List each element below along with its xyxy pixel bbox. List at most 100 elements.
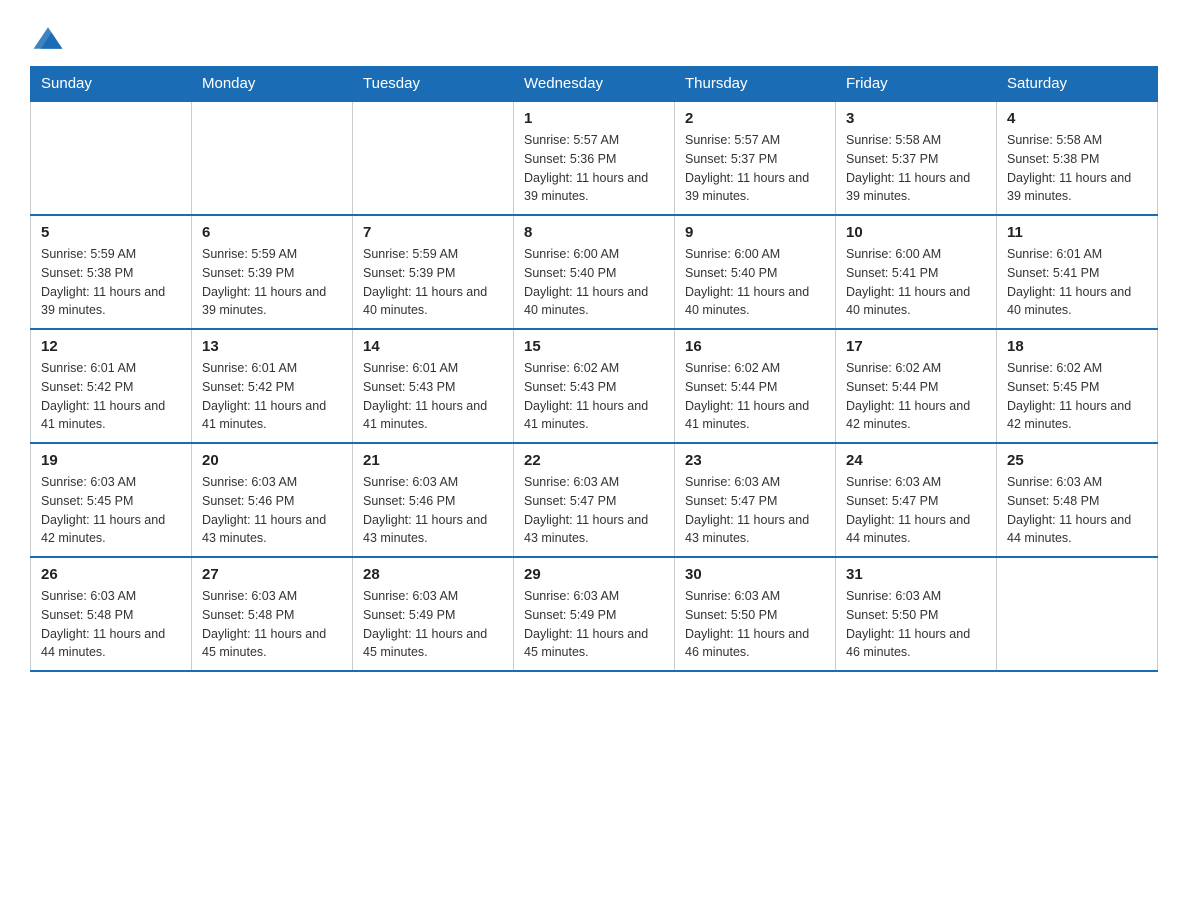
calendar-week-row: 12 Sunrise: 6:01 AMSunset: 5:42 PMDayligh… xyxy=(31,329,1158,443)
calendar-cell: 6 Sunrise: 5:59 AMSunset: 5:39 PMDaylight… xyxy=(192,215,353,329)
calendar-cell xyxy=(192,101,353,215)
day-info: Sunrise: 6:01 AMSunset: 5:43 PMDaylight:… xyxy=(363,359,503,434)
day-info: Sunrise: 6:03 AMSunset: 5:48 PMDaylight:… xyxy=(41,587,181,662)
day-info: Sunrise: 6:03 AMSunset: 5:45 PMDaylight:… xyxy=(41,473,181,548)
calendar-cell: 19 Sunrise: 6:03 AMSunset: 5:45 PMDayligh… xyxy=(31,443,192,557)
day-info: Sunrise: 6:01 AMSunset: 5:42 PMDaylight:… xyxy=(202,359,342,434)
calendar-table: SundayMondayTuesdayWednesdayThursdayFrid… xyxy=(30,66,1158,672)
day-info: Sunrise: 6:02 AMSunset: 5:44 PMDaylight:… xyxy=(846,359,986,434)
day-number: 5 xyxy=(41,224,181,241)
day-info: Sunrise: 6:03 AMSunset: 5:46 PMDaylight:… xyxy=(202,473,342,548)
day-number: 1 xyxy=(524,110,664,127)
logo-icon xyxy=(30,20,66,56)
day-number: 6 xyxy=(202,224,342,241)
calendar-cell: 9Sunrise: 6:00 AMSunset: 5:40 PMDaylight… xyxy=(675,215,836,329)
calendar-cell: 20 Sunrise: 6:03 AMSunset: 5:46 PMDayligh… xyxy=(192,443,353,557)
day-info: Sunrise: 6:03 AMSunset: 5:49 PMDaylight:… xyxy=(524,587,664,662)
day-info: Sunrise: 6:00 AMSunset: 5:40 PMDaylight:… xyxy=(685,245,825,320)
day-number: 27 xyxy=(202,566,342,583)
day-number: 31 xyxy=(846,566,986,583)
day-number: 25 xyxy=(1007,452,1147,469)
calendar-cell: 10 Sunrise: 6:00 AMSunset: 5:41 PMDayligh… xyxy=(836,215,997,329)
day-number: 22 xyxy=(524,452,664,469)
day-number: 17 xyxy=(846,338,986,355)
day-number: 4 xyxy=(1007,110,1147,127)
calendar-cell: 31 Sunrise: 6:03 AMSunset: 5:50 PMDayligh… xyxy=(836,557,997,671)
calendar-cell: 15 Sunrise: 6:02 AMSunset: 5:43 PMDayligh… xyxy=(514,329,675,443)
day-number: 20 xyxy=(202,452,342,469)
day-info: Sunrise: 6:02 AMSunset: 5:45 PMDaylight:… xyxy=(1007,359,1147,434)
calendar-week-row: 26 Sunrise: 6:03 AMSunset: 5:48 PMDayligh… xyxy=(31,557,1158,671)
calendar-cell: 25 Sunrise: 6:03 AMSunset: 5:48 PMDayligh… xyxy=(997,443,1158,557)
day-info: Sunrise: 6:03 AMSunset: 5:49 PMDaylight:… xyxy=(363,587,503,662)
calendar-cell: 8 Sunrise: 6:00 AMSunset: 5:40 PMDaylight… xyxy=(514,215,675,329)
calendar-cell: 1 Sunrise: 5:57 AMSunset: 5:36 PMDaylight… xyxy=(514,101,675,215)
day-info: Sunrise: 6:00 AMSunset: 5:40 PMDaylight:… xyxy=(524,245,664,320)
day-number: 14 xyxy=(363,338,503,355)
day-number: 8 xyxy=(524,224,664,241)
calendar-cell: 7 Sunrise: 5:59 AMSunset: 5:39 PMDaylight… xyxy=(353,215,514,329)
day-info: Sunrise: 5:59 AMSunset: 5:38 PMDaylight:… xyxy=(41,245,181,320)
calendar-cell xyxy=(997,557,1158,671)
calendar-cell: 23 Sunrise: 6:03 AMSunset: 5:47 PMDayligh… xyxy=(675,443,836,557)
calendar-body: 1 Sunrise: 5:57 AMSunset: 5:36 PMDaylight… xyxy=(31,101,1158,671)
calendar-cell: 30Sunrise: 6:03 AMSunset: 5:50 PMDayligh… xyxy=(675,557,836,671)
calendar-cell: 2 Sunrise: 5:57 AMSunset: 5:37 PMDaylight… xyxy=(675,101,836,215)
day-info: Sunrise: 6:03 AMSunset: 5:48 PMDaylight:… xyxy=(1007,473,1147,548)
calendar-cell: 28 Sunrise: 6:03 AMSunset: 5:49 PMDayligh… xyxy=(353,557,514,671)
day-number: 19 xyxy=(41,452,181,469)
weekday-header-thursday: Thursday xyxy=(675,67,836,102)
weekday-header-tuesday: Tuesday xyxy=(353,67,514,102)
day-info: Sunrise: 5:59 AMSunset: 5:39 PMDaylight:… xyxy=(363,245,503,320)
logo xyxy=(30,20,70,56)
day-info: Sunrise: 5:59 AMSunset: 5:39 PMDaylight:… xyxy=(202,245,342,320)
calendar-cell: 21Sunrise: 6:03 AMSunset: 5:46 PMDayligh… xyxy=(353,443,514,557)
day-info: Sunrise: 6:01 AMSunset: 5:41 PMDaylight:… xyxy=(1007,245,1147,320)
calendar-cell: 5 Sunrise: 5:59 AMSunset: 5:38 PMDaylight… xyxy=(31,215,192,329)
day-info: Sunrise: 5:57 AMSunset: 5:36 PMDaylight:… xyxy=(524,131,664,206)
day-info: Sunrise: 5:58 AMSunset: 5:37 PMDaylight:… xyxy=(846,131,986,206)
day-info: Sunrise: 6:02 AMSunset: 5:43 PMDaylight:… xyxy=(524,359,664,434)
day-number: 26 xyxy=(41,566,181,583)
day-info: Sunrise: 6:03 AMSunset: 5:47 PMDaylight:… xyxy=(524,473,664,548)
day-number: 3 xyxy=(846,110,986,127)
weekday-header-monday: Monday xyxy=(192,67,353,102)
weekday-header-row: SundayMondayTuesdayWednesdayThursdayFrid… xyxy=(31,67,1158,102)
calendar-cell: 3 Sunrise: 5:58 AMSunset: 5:37 PMDaylight… xyxy=(836,101,997,215)
day-info: Sunrise: 6:03 AMSunset: 5:47 PMDaylight:… xyxy=(846,473,986,548)
calendar-cell: 17 Sunrise: 6:02 AMSunset: 5:44 PMDayligh… xyxy=(836,329,997,443)
day-number: 23 xyxy=(685,452,825,469)
calendar-cell: 26 Sunrise: 6:03 AMSunset: 5:48 PMDayligh… xyxy=(31,557,192,671)
weekday-header-wednesday: Wednesday xyxy=(514,67,675,102)
day-number: 12 xyxy=(41,338,181,355)
calendar-week-row: 19 Sunrise: 6:03 AMSunset: 5:45 PMDayligh… xyxy=(31,443,1158,557)
calendar-cell: 24 Sunrise: 6:03 AMSunset: 5:47 PMDayligh… xyxy=(836,443,997,557)
day-info: Sunrise: 5:57 AMSunset: 5:37 PMDaylight:… xyxy=(685,131,825,206)
day-number: 2 xyxy=(685,110,825,127)
calendar-header: SundayMondayTuesdayWednesdayThursdayFrid… xyxy=(31,67,1158,102)
calendar-cell: 29 Sunrise: 6:03 AMSunset: 5:49 PMDayligh… xyxy=(514,557,675,671)
calendar-cell xyxy=(31,101,192,215)
calendar-cell: 27Sunrise: 6:03 AMSunset: 5:48 PMDayligh… xyxy=(192,557,353,671)
day-info: Sunrise: 5:58 AMSunset: 5:38 PMDaylight:… xyxy=(1007,131,1147,206)
day-number: 24 xyxy=(846,452,986,469)
day-number: 13 xyxy=(202,338,342,355)
weekday-header-saturday: Saturday xyxy=(997,67,1158,102)
page-header xyxy=(30,20,1158,56)
calendar-cell: 22 Sunrise: 6:03 AMSunset: 5:47 PMDayligh… xyxy=(514,443,675,557)
day-info: Sunrise: 6:03 AMSunset: 5:50 PMDaylight:… xyxy=(846,587,986,662)
day-number: 28 xyxy=(363,566,503,583)
calendar-week-row: 5 Sunrise: 5:59 AMSunset: 5:38 PMDaylight… xyxy=(31,215,1158,329)
calendar-week-row: 1 Sunrise: 5:57 AMSunset: 5:36 PMDaylight… xyxy=(31,101,1158,215)
calendar-cell: 18Sunrise: 6:02 AMSunset: 5:45 PMDayligh… xyxy=(997,329,1158,443)
day-number: 10 xyxy=(846,224,986,241)
day-number: 7 xyxy=(363,224,503,241)
day-info: Sunrise: 6:00 AMSunset: 5:41 PMDaylight:… xyxy=(846,245,986,320)
day-number: 15 xyxy=(524,338,664,355)
weekday-header-friday: Friday xyxy=(836,67,997,102)
calendar-cell: 13 Sunrise: 6:01 AMSunset: 5:42 PMDayligh… xyxy=(192,329,353,443)
day-number: 16 xyxy=(685,338,825,355)
calendar-cell: 12Sunrise: 6:01 AMSunset: 5:42 PMDayligh… xyxy=(31,329,192,443)
day-info: Sunrise: 6:03 AMSunset: 5:47 PMDaylight:… xyxy=(685,473,825,548)
day-number: 29 xyxy=(524,566,664,583)
